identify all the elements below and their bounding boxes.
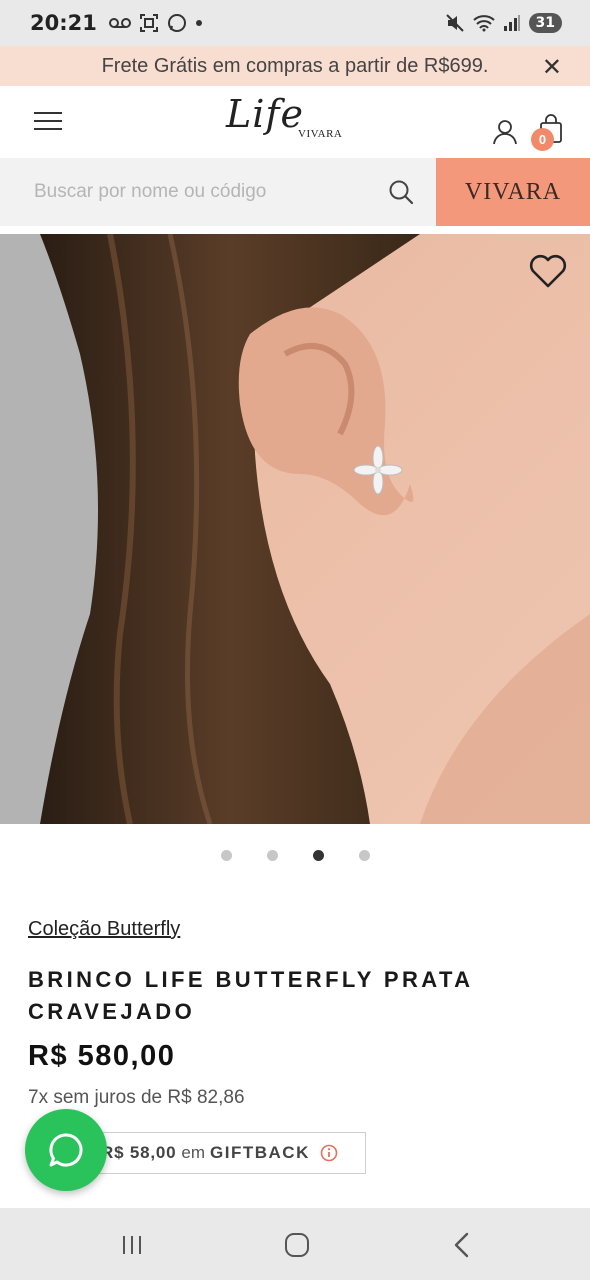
voicemail-icon (108, 18, 131, 28)
back-icon[interactable] (452, 1232, 472, 1258)
vivara-brand-button[interactable]: VIVARA (436, 158, 590, 226)
status-time: 20:21 (30, 11, 97, 35)
hamburger-menu-icon[interactable] (34, 112, 62, 132)
wifi-icon (472, 15, 495, 32)
search-input[interactable] (34, 158, 374, 226)
installments-text: 7x sem juros de R$ 82,86 (28, 1087, 245, 1108)
product-price: R$ 580,00 (28, 1040, 176, 1072)
logo-script: Life (226, 92, 304, 136)
close-icon[interactable]: ✕ (542, 53, 562, 82)
giftback-connector: em (181, 1143, 206, 1162)
page: 20:21 31 Frete Grátis em compras a parti… (0, 0, 590, 1280)
carousel-dot[interactable] (221, 850, 232, 861)
status-left-icons (108, 13, 203, 33)
logo-sub: VIVARA (298, 128, 343, 140)
dot-icon (195, 20, 202, 26)
carousel-dot[interactable] (359, 850, 370, 861)
cart-count-badge[interactable]: 0 (531, 128, 554, 151)
giftback-label: GIFTBACK (210, 1143, 310, 1162)
heart-icon[interactable] (528, 252, 568, 290)
status-bar: 20:21 31 (0, 0, 590, 46)
recent-apps-icon[interactable] (120, 1234, 144, 1256)
giftback-amount: R$ 58,00 (101, 1143, 177, 1162)
system-nav-bar (0, 1208, 590, 1280)
mute-icon (445, 14, 464, 32)
user-icon[interactable] (492, 118, 518, 146)
whatsapp-chat-button[interactable] (25, 1109, 107, 1191)
home-icon[interactable] (284, 1232, 310, 1258)
whatsapp-icon (167, 14, 186, 32)
promo-text: Frete Grátis em compras a partir de R$69… (101, 54, 489, 77)
search-row: VIVARA (0, 158, 590, 226)
carousel-dots (0, 850, 590, 862)
status-right-icons: 31 (445, 13, 562, 33)
site-header: Life VIVARA 0 (0, 86, 590, 158)
search-box (0, 158, 436, 226)
search-icon[interactable] (388, 179, 414, 205)
carousel-dot-active[interactable] (313, 850, 324, 861)
carousel-dot[interactable] (267, 850, 278, 861)
life-vivara-logo[interactable]: Life VIVARA (226, 92, 356, 152)
signal-icon (503, 15, 520, 31)
collection-link[interactable]: Coleção Butterfly (28, 918, 180, 941)
giftback-box: R$ 58,00 em GIFTBACK (86, 1132, 366, 1174)
product-title: BRINCO LIFE BUTTERFLY PRATA CRAVEJADO (28, 967, 473, 1024)
battery-icon: 31 (528, 13, 562, 33)
promo-banner: Frete Grátis em compras a partir de R$69… (0, 46, 590, 86)
info-icon[interactable] (320, 1144, 338, 1162)
product-image[interactable] (0, 234, 590, 824)
whatsapp-icon (49, 1133, 83, 1167)
screenshot-icon (139, 14, 158, 32)
product-photo (0, 234, 590, 824)
